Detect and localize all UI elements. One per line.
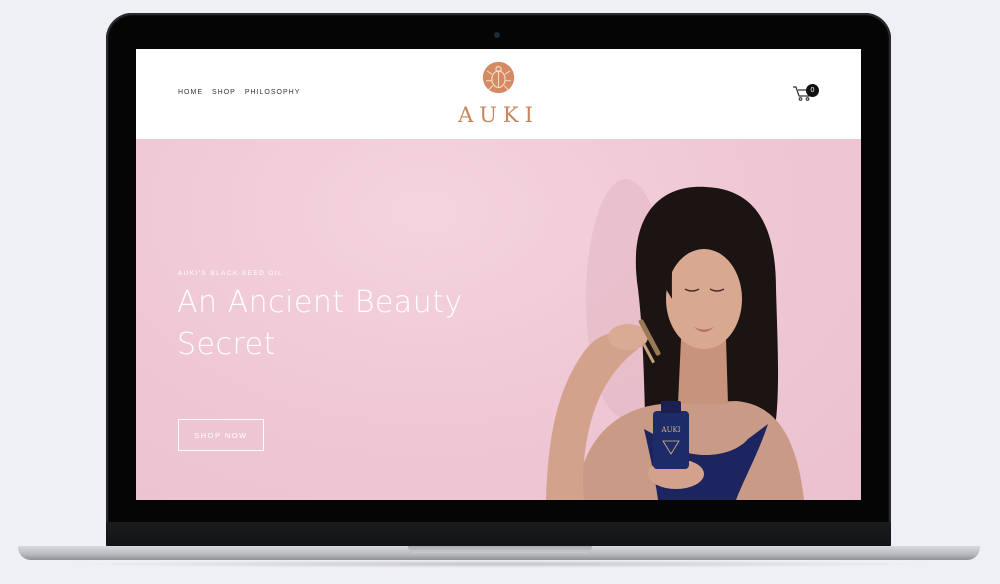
hero-eyebrow: AUKI'S BLACK SEED OIL: [178, 270, 284, 277]
site-header: HOME SHOP PHILOSOPHY AUKI 0: [136, 49, 861, 139]
scarab-logo-icon[interactable]: [482, 61, 515, 94]
laptop-bezel-bottom: [106, 522, 891, 548]
laptop-base-notch: [408, 546, 592, 553]
main-nav: HOME SHOP PHILOSOPHY: [178, 89, 300, 96]
shop-now-button[interactable]: SHOP NOW: [178, 419, 264, 451]
hero-headline: An Ancient Beauty Secret: [177, 285, 463, 362]
brand-logo-text[interactable]: AUKI: [456, 103, 541, 127]
nav-philosophy-link[interactable]: PHILOSOPHY: [245, 89, 301, 96]
hero-section: AUKI AUKI'S BLACK SEED OIL An Ancient Be…: [136, 139, 861, 500]
bottle-label: AUKI: [661, 426, 681, 434]
nav-home-link[interactable]: HOME: [178, 89, 203, 96]
laptop-shadow: [60, 560, 940, 568]
nav-shop-link[interactable]: SHOP: [212, 89, 236, 96]
laptop-screen: HOME SHOP PHILOSOPHY AUKI 0 AUKI AUKI'S …: [136, 49, 861, 500]
cart-count-badge: 0: [806, 84, 819, 97]
webcam: [494, 32, 500, 38]
